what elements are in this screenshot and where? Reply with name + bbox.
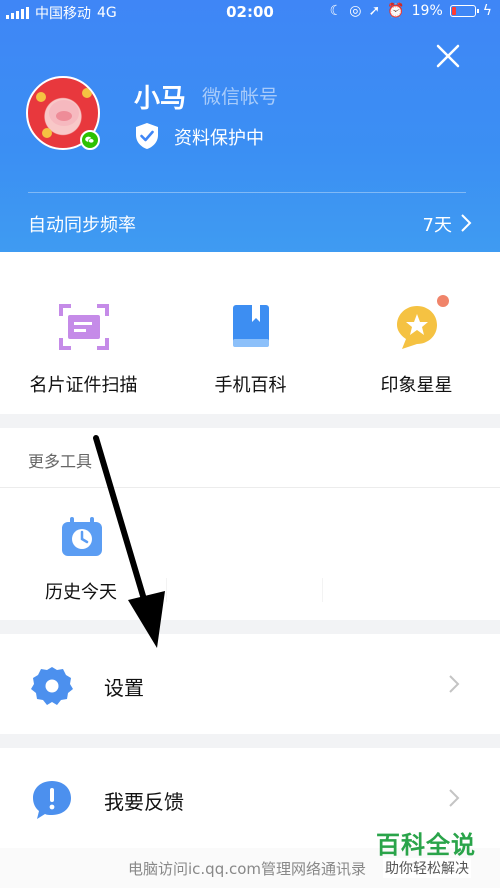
settings-row[interactable]: 设置	[0, 634, 500, 734]
feedback-label: 我要反馈	[104, 790, 184, 814]
account-type: 微信帐号	[202, 86, 279, 108]
shield-check-icon	[136, 123, 158, 149]
alarm-icon: ⏰	[387, 3, 405, 19]
sync-label: 自动同步频率	[28, 215, 136, 236]
grid-divider	[166, 578, 167, 602]
sync-frequency-row[interactable]: 自动同步频率 7天	[0, 193, 500, 252]
tool-label: 名片证件扫描	[29, 375, 138, 396]
grid-divider	[322, 578, 323, 602]
close-icon[interactable]	[430, 38, 466, 74]
caption-text: 电脑访问ic.qq.com管理网络通讯录	[128, 860, 367, 878]
tool-encyclopedia[interactable]: 手机百科	[167, 252, 334, 414]
settings-label: 设置	[104, 676, 144, 700]
tool-grid: 名片证件扫描 手机百科 印象星星	[0, 252, 500, 414]
location-icon: ➚	[368, 3, 381, 19]
sync-value: 7天	[422, 215, 452, 236]
chevron-right-icon	[449, 789, 460, 807]
user-name: 小马	[134, 84, 187, 114]
tool-stars[interactable]: 印象星星	[333, 252, 500, 414]
charging-icon: ϟ	[482, 3, 492, 19]
more-tools-section: 更多工具 历史今天	[0, 428, 500, 620]
profile-header: 中国移动 4G 02:00 ☾ ◎ ➚ ⏰ 19% ϟ 小马 微信帐号 资料保护…	[0, 0, 500, 252]
feedback-bubble-icon	[33, 781, 71, 819]
tool-card-scan[interactable]: 名片证件扫描	[0, 252, 167, 414]
tool-history-today[interactable]: 历史今天	[45, 578, 117, 604]
watermark-slogan: 助你轻松解决	[383, 858, 471, 878]
battery-percent: 19%	[411, 3, 443, 19]
tool-label: 印象星星	[380, 375, 453, 396]
section-divider	[0, 487, 500, 488]
protection-status: 资料保护中	[174, 128, 264, 149]
star-bubble-icon	[396, 306, 437, 349]
moon-icon: ☾	[329, 3, 343, 19]
lock-rotation-icon: ◎	[349, 3, 362, 19]
card-scan-icon	[58, 304, 109, 350]
gear-icon	[31, 667, 73, 705]
battery-icon	[449, 5, 479, 17]
tool-label: 手机百科	[214, 375, 287, 396]
section-title: 更多工具	[28, 452, 93, 471]
calendar-clock-icon[interactable]	[60, 516, 104, 558]
notification-dot	[437, 295, 449, 307]
wechat-icon	[80, 130, 100, 150]
book-icon	[232, 305, 269, 347]
chevron-right-icon	[449, 675, 460, 693]
status-bar: 中国移动 4G 02:00 ☾ ◎ ➚ ⏰ 19% ϟ	[0, 0, 500, 24]
chevron-right-icon	[461, 214, 472, 232]
watermark-logo: 百科全说	[376, 831, 476, 859]
